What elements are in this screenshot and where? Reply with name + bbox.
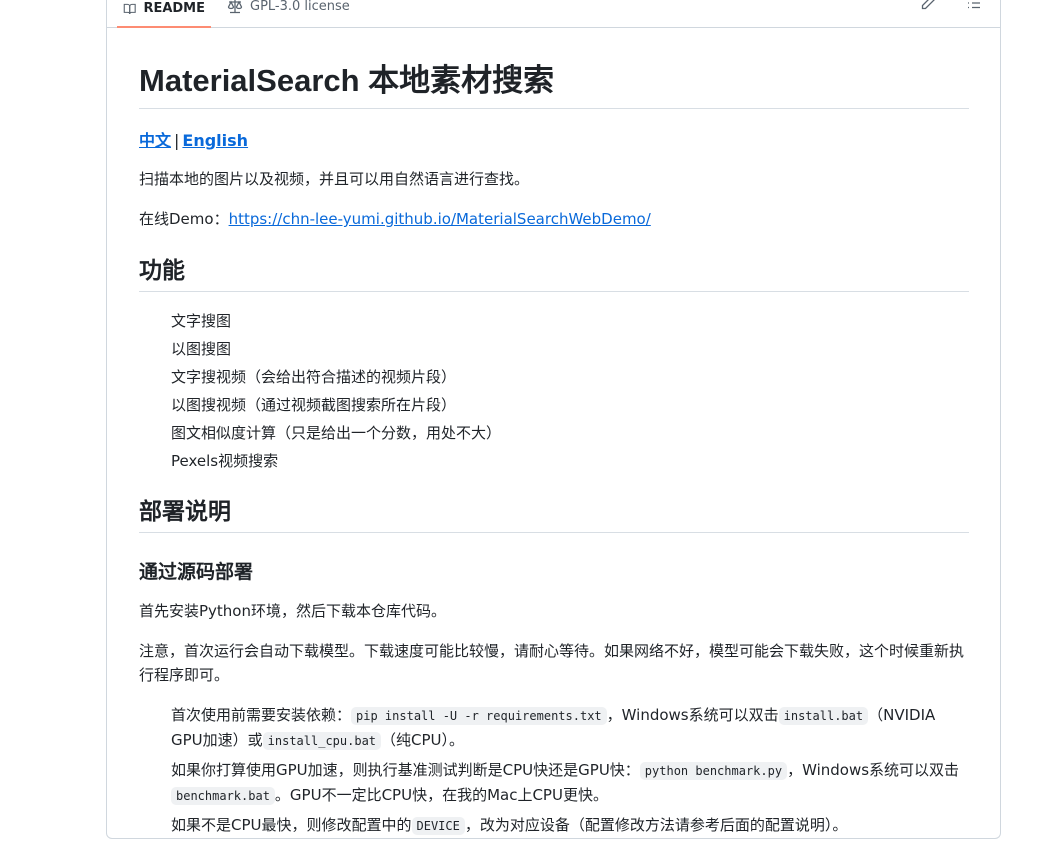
code-pip-install: pip install -U -r requirements.txt	[351, 707, 607, 725]
code-install-cpu-bat: install_cpu.bat	[262, 732, 382, 750]
book-icon	[123, 3, 136, 14]
readme-content: MaterialSearch 本地素材搜索 中文 | English 扫描本地的图片…	[139, 59, 969, 835]
list-icon	[968, 2, 980, 9]
intro-text: 扫描本地的图片以及视频，并且可以用自然语言进行查找。	[139, 170, 530, 188]
code-device: DEVICE	[411, 817, 465, 835]
pencil-icon	[921, 0, 935, 10]
setup-steps-list: 首次使用前需要安装依赖： pip install -U -r requiremen…	[171, 703, 971, 843]
code-install-bat: install.bat	[778, 707, 869, 725]
features-list: 文字搜图 以图搜图 文字搜视频（会给出符合描述的视频片段） 以图搜视频（通过视频…	[171, 307, 501, 475]
page-title: MaterialSearch 本地素材搜索	[139, 59, 969, 109]
list-item: 以图搜图	[171, 340, 232, 358]
step-text: ，Windows系统可以双击	[606, 706, 779, 724]
step-text: （纯CPU）。	[381, 731, 465, 749]
list-item: Pexels视频搜索	[171, 452, 279, 470]
demo-line: 在线Demo：https://chn-lee-yumi.github.io/Ma…	[139, 207, 651, 231]
list-item: 图文相似度计算（只是给出一个分数，用处不大）	[171, 424, 502, 442]
source-paragraph-2: 注意，首次运行会自动下载模型。下载速度可能比较慢，请耐心等待。如果网络不好，模型…	[139, 642, 965, 684]
tab-license-label: GPL-3.0 license	[250, 0, 350, 14]
lang-separator: |	[174, 131, 180, 150]
code-benchmark-bat: benchmark.bat	[171, 787, 275, 805]
law-icon	[227, 0, 243, 14]
list-item: 如果你打算使用GPU加速，则执行基准测试判断是CPU快还是GPU快： python…	[171, 758, 971, 808]
step-text: 首次使用前需要安装依赖：	[171, 706, 352, 724]
step-text: 如果你打算使用GPU加速，则执行基准测试判断是CPU快还是GPU快：	[171, 761, 640, 779]
list-item: 如果不是CPU最快，则修改配置中的 DEVICE ，改为对应设备（配置修改方法请参考…	[171, 813, 971, 838]
tab-readme-label: README	[143, 1, 205, 16]
tab-license[interactable]: GPL-3.0 license	[221, 0, 356, 21]
step-text: 如果不是CPU最快，则修改配置中的	[171, 816, 412, 834]
step-text: 。GPU不一定比CPU快，在我的Mac上CPU更快。	[274, 786, 608, 804]
outline-button[interactable]	[964, 0, 984, 13]
tab-readme[interactable]: README	[117, 0, 211, 28]
list-item: 文字搜视频（会给出符合描述的视频片段）	[171, 368, 457, 386]
demo-link[interactable]: https://chn-lee-yumi.github.io/MaterialS…	[229, 210, 651, 228]
list-item: 以图搜视频（通过视频截图搜索所在片段）	[171, 396, 457, 414]
edit-button[interactable]	[918, 0, 938, 13]
deploy-heading: 部署说明	[139, 496, 969, 533]
code-benchmark-py: python benchmark.py	[639, 762, 788, 780]
lang-link-en[interactable]: English	[182, 131, 248, 150]
list-item: 文字搜图	[171, 312, 232, 330]
step-text: ，改为对应设备（配置修改方法请参考后面的配置说明）。	[464, 816, 848, 834]
lang-link-zh[interactable]: 中文	[139, 131, 171, 150]
readme-actions	[918, 0, 984, 13]
features-heading: 功能	[139, 255, 969, 292]
demo-label: 在线Demo：	[139, 210, 229, 228]
source-deploy-heading: 通过源码部署	[139, 561, 254, 583]
list-item: 首次使用前需要安装依赖： pip install -U -r requiremen…	[171, 703, 971, 753]
readme-card: README GPL-3.0 license MaterialSearch 本地…	[106, 0, 1001, 839]
step-text: ，Windows系统可以双击	[787, 761, 960, 779]
source-paragraph-1: 首先安装Python环境，然后下载本仓库代码。	[139, 602, 446, 620]
readme-tabbar: README GPL-3.0 license	[107, 0, 1000, 28]
language-switcher: 中文 | English	[139, 127, 248, 151]
